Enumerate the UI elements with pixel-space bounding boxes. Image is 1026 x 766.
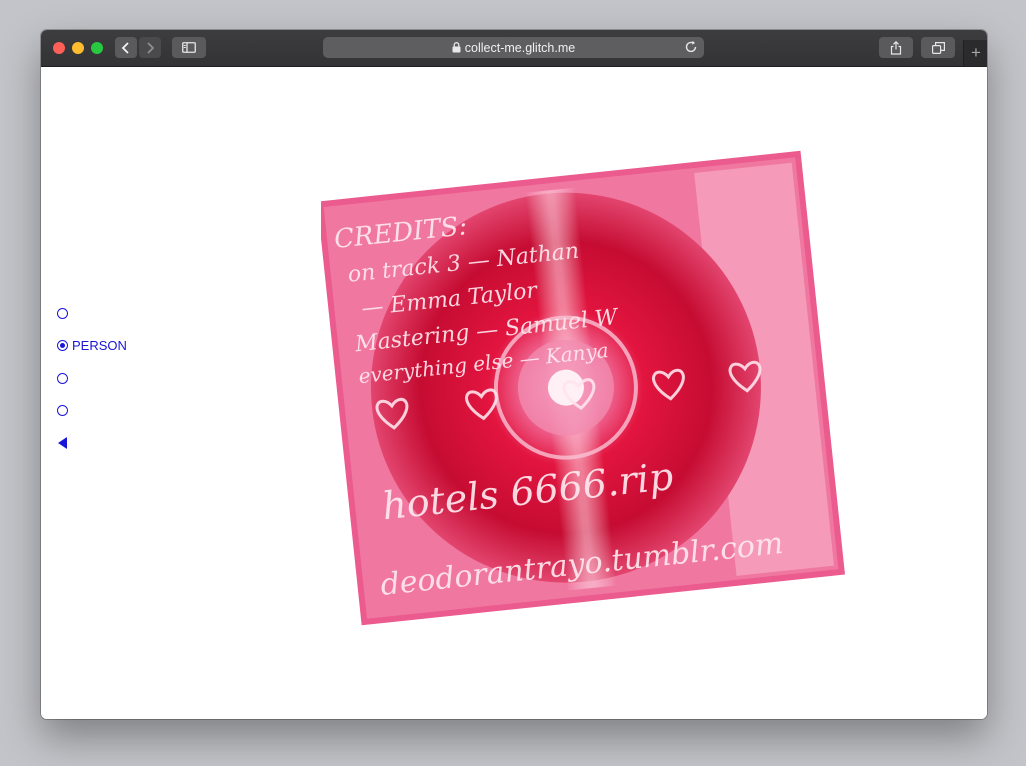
menu-item-4[interactable] <box>57 401 177 421</box>
back-button[interactable] <box>115 37 137 58</box>
page-content: PERSON CREDITS: on track 3 — Nathan — Em… <box>41 67 987 719</box>
plus-icon: + <box>971 43 981 62</box>
menu-item-label: PERSON <box>72 338 127 353</box>
cd-case-image: CREDITS: on track 3 — Nathan — Emma Tayl… <box>321 150 845 626</box>
menu-item-person[interactable]: PERSON <box>57 336 177 356</box>
radio-selected-icon[interactable] <box>57 340 68 351</box>
sidebar-toggle-button[interactable] <box>172 37 206 58</box>
back-triangle-icon[interactable] <box>58 437 67 449</box>
url-text: collect-me.glitch.me <box>464 40 576 55</box>
chevron-right-icon <box>147 41 155 54</box>
back-link[interactable] <box>57 433 177 453</box>
side-menu: PERSON <box>57 303 177 466</box>
share-button[interactable] <box>879 37 913 58</box>
cd-case: CREDITS: on track 3 — Nathan — Emma Tayl… <box>321 150 845 626</box>
reload-icon[interactable] <box>685 40 698 54</box>
menu-item-1[interactable] <box>57 303 177 323</box>
tab-overview-button[interactable] <box>921 37 955 58</box>
radio-icon[interactable] <box>57 307 68 319</box>
new-tab-button[interactable]: + <box>963 40 987 66</box>
radio-icon[interactable] <box>57 372 68 384</box>
browser-window: collect-me.glitch.me + PERSON CREDITS: o… <box>41 30 987 719</box>
close-window-button[interactable] <box>53 42 65 54</box>
forward-button[interactable] <box>139 37 161 58</box>
chevron-left-icon <box>121 41 129 54</box>
menu-item-3[interactable] <box>57 368 177 388</box>
minimize-window-button[interactable] <box>72 42 84 54</box>
share-icon <box>890 40 902 55</box>
browser-toolbar: collect-me.glitch.me + <box>41 30 987 67</box>
maximize-window-button[interactable] <box>91 42 103 54</box>
sidebar-icon <box>182 42 196 53</box>
tabs-icon <box>931 41 945 54</box>
radio-icon[interactable] <box>57 405 68 416</box>
address-bar[interactable]: collect-me.glitch.me <box>323 37 704 58</box>
lock-icon <box>452 42 461 53</box>
